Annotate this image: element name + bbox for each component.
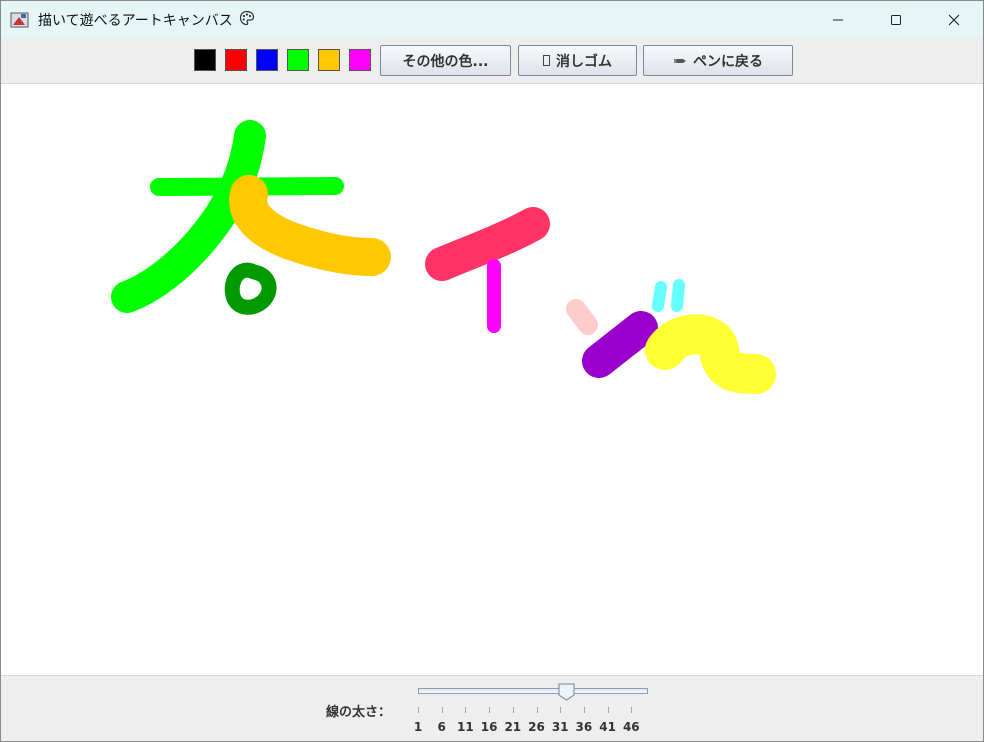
maximize-icon	[891, 14, 901, 25]
stroke-cyan-right	[671, 279, 685, 312]
window-title: 描いて遊べるアートキャンバス	[38, 12, 233, 29]
eraser-label: 消しゴム	[556, 53, 612, 70]
pencil-icon	[674, 58, 686, 63]
drawing-canvas[interactable]	[1, 84, 983, 675]
palette-icon	[239, 10, 255, 30]
eraser-icon	[543, 55, 550, 66]
slider-tick	[512, 707, 514, 713]
slider-tick-label: 6	[437, 720, 446, 734]
slider-tick-label: 31	[551, 720, 569, 734]
app-window: 描いて遊べるアートキャンバス その他の色... 消しゴム ペンに戻る 線の太さ：…	[0, 0, 984, 742]
app-icon	[10, 12, 29, 27]
pen-button[interactable]: ペンに戻る	[643, 45, 793, 76]
swatch-black[interactable]	[194, 49, 216, 71]
pen-label: ペンに戻る	[693, 53, 763, 70]
close-icon	[948, 14, 960, 25]
swatch-orange[interactable]	[318, 49, 340, 71]
swatch-green[interactable]	[287, 49, 309, 71]
canvas-drawing	[111, 120, 776, 394]
slider-tick-label: 1	[413, 720, 423, 734]
swatch-blue[interactable]	[256, 49, 278, 71]
slider-tick	[560, 707, 562, 713]
slider-tick	[418, 707, 419, 713]
stroke-darkgreen-ring	[224, 262, 277, 315]
eraser-button[interactable]: 消しゴム	[518, 45, 637, 76]
slider-tick	[583, 707, 585, 713]
maximize-button[interactable]	[867, 1, 925, 38]
slider-tick-label: 46	[622, 720, 640, 734]
slider-tick-label: 36	[575, 720, 593, 734]
thickness-label: 線の太さ：	[326, 705, 392, 720]
slider-tick-label: 11	[457, 720, 474, 734]
slider-tick	[536, 707, 538, 713]
more-colors-button[interactable]: その他の色...	[380, 45, 511, 76]
stroke-yellow	[645, 314, 776, 394]
swatch-red[interactable]	[225, 49, 247, 71]
slider-tick	[607, 707, 609, 713]
slider-tick-label: 26	[528, 720, 545, 734]
slider-tick	[441, 707, 443, 713]
thickness-slider-thumb[interactable]	[558, 683, 575, 701]
stroke-orange	[229, 175, 391, 276]
toolbar: その他の色... 消しゴム ペンに戻る	[1, 38, 983, 84]
thickness-slider-track[interactable]	[418, 688, 648, 694]
stroke-lightpink	[566, 299, 598, 335]
bottom-bar: 線の太さ： 1 6 11 16 21 26 31 36 41 46	[1, 675, 983, 741]
stroke-cyan-left	[652, 281, 667, 312]
minimize-button[interactable]	[809, 1, 867, 38]
stroke-purple	[582, 311, 658, 378]
title-bar[interactable]: 描いて遊べるアートキャンバス	[1, 1, 983, 38]
minimize-icon	[833, 19, 843, 20]
slider-tick	[489, 707, 491, 713]
more-colors-label: その他の色...	[402, 53, 489, 70]
slider-tick-label: 41	[599, 720, 616, 734]
close-button[interactable]	[925, 1, 983, 38]
stroke-pink	[425, 207, 550, 281]
slider-tick-label: 21	[504, 720, 522, 734]
slider-tick	[631, 707, 633, 713]
swatch-magenta[interactable]	[349, 49, 371, 71]
slider-tick-label: 16	[480, 720, 498, 734]
slider-tick	[465, 707, 467, 713]
